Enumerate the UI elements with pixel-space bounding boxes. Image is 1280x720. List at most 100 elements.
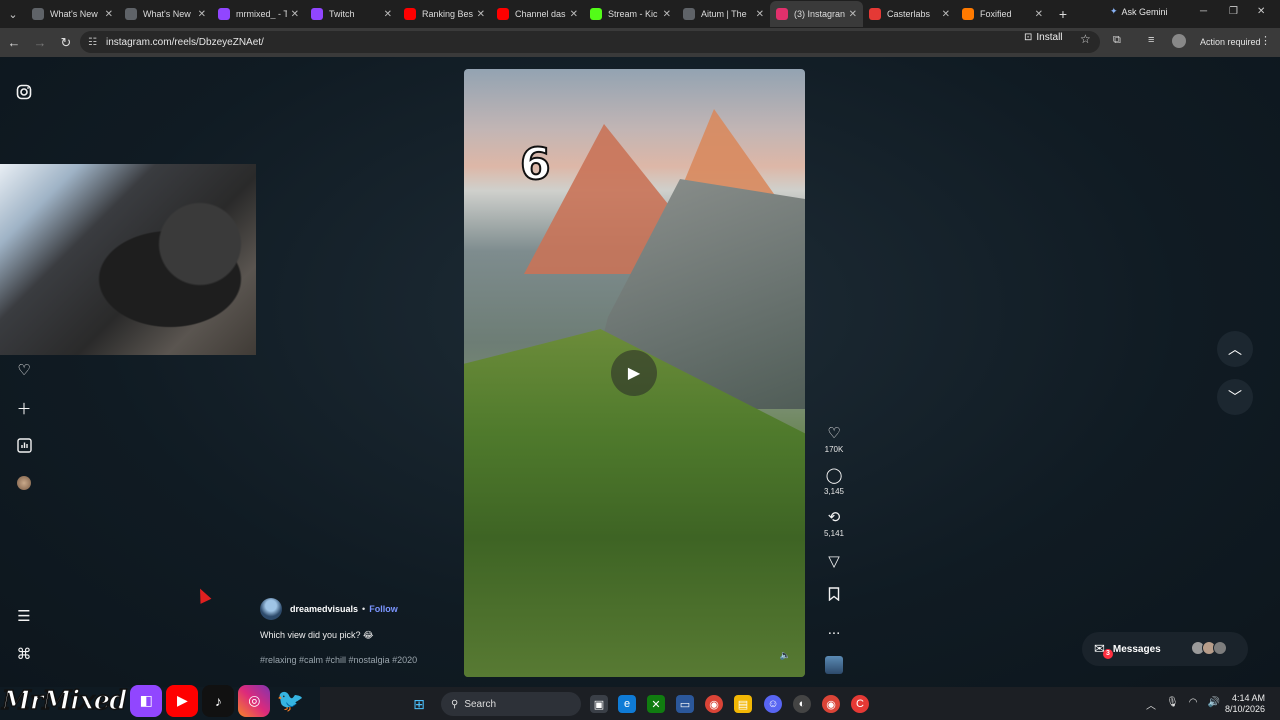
messages-label: Messages [1112, 643, 1161, 655]
insights-icon[interactable] [14, 435, 34, 455]
profile-icon[interactable] [14, 473, 34, 493]
separator-dot: • [362, 604, 366, 614]
comment-button[interactable]: ◯ 3,145 [820, 467, 848, 496]
site-info-icon[interactable]: ☷ [88, 37, 100, 48]
browser-menu-icon[interactable]: ⋮ [1260, 34, 1271, 47]
creator-username[interactable]: dreamedvisuals [290, 604, 358, 614]
audio-thumb-icon [825, 656, 843, 674]
xbox-icon[interactable]: ✕ [647, 695, 665, 713]
messages-button[interactable]: ✉ 3 Messages [1082, 632, 1248, 666]
browser-tab[interactable]: Channel das ✕ [491, 1, 584, 27]
previous-reel-button[interactable]: ︿ [1217, 331, 1253, 367]
extensions-icon[interactable]: ⧉ [1113, 34, 1121, 47]
ask-gemini-button[interactable]: ✦ Ask Gemini [1110, 6, 1168, 17]
tab-favicon-icon [497, 8, 509, 20]
stream-overlay: MrMixed ◧ ▶ ♪ ◎ 🐦 [0, 681, 306, 720]
action-required-button[interactable]: Action required [1200, 37, 1261, 47]
casterlabs-icon[interactable]: C [851, 695, 869, 713]
next-reel-button[interactable]: ﹀ [1217, 379, 1253, 415]
repost-count: 5,141 [823, 529, 845, 538]
tab-close-icon[interactable]: ✕ [384, 9, 392, 20]
share-button[interactable]: ▽ [820, 553, 848, 571]
browser-tab[interactable]: Ranking Bes ✕ [398, 1, 491, 27]
app-icon[interactable]: ▭ [676, 695, 694, 713]
tab-favicon-icon [683, 8, 695, 20]
windows-start-icon[interactable]: ⊞ [410, 695, 428, 713]
tab-title: mrmixed_ - T [236, 9, 287, 19]
obs-icon[interactable]: ◐ [793, 695, 811, 713]
reel-hashtags[interactable]: #relaxing #calm #chill #nostalgia #2020 [260, 655, 417, 665]
reel-video[interactable]: 6 ▶ 🔈 [464, 69, 805, 677]
repost-button[interactable]: ⟲ 5,141 [820, 509, 848, 538]
close-window-icon[interactable]: ✕ [1257, 6, 1265, 17]
menu-icon[interactable]: ☰ [14, 606, 34, 626]
bookmark-star-icon[interactable]: ☆ [1080, 32, 1091, 46]
play-button[interactable]: ▶ [611, 350, 657, 396]
tab-close-icon[interactable]: ✕ [942, 9, 950, 20]
chrome-icon[interactable]: ◉ [705, 695, 723, 713]
tab-title: Casterlabs [887, 9, 931, 19]
wifi-icon[interactable]: ◠ [1189, 697, 1198, 712]
tab-close-icon[interactable]: ✕ [849, 9, 857, 20]
browser-tab[interactable]: What's New ✕ [119, 1, 212, 27]
windows-taskbar: ⊞ ⚲ Search ▣ e ✕ ▭ ◉ ▤ ☺ ◐ ◉ C ︿ 🎙 ◠ 🔊 4… [320, 687, 1280, 720]
browser-tab[interactable]: (3) Instagran ✕ [770, 1, 863, 27]
tab-title: What's New [50, 9, 98, 19]
tab-search-icon[interactable]: ⌄ [0, 0, 26, 28]
more-options-button[interactable]: ... [820, 621, 848, 639]
forward-icon[interactable]: → [28, 31, 52, 55]
task-view-icon[interactable]: ▣ [590, 695, 608, 713]
browser-tab[interactable]: Stream - Kic ✕ [584, 1, 677, 27]
tab-close-icon[interactable]: ✕ [105, 9, 113, 20]
mute-icon[interactable]: 🔈 [780, 650, 791, 661]
tab-close-icon[interactable]: ✕ [477, 9, 485, 20]
tab-close-icon[interactable]: ✕ [1035, 9, 1043, 20]
back-icon[interactable]: ← [2, 31, 26, 55]
instagram-icon[interactable] [14, 82, 34, 102]
browser-tab[interactable]: Casterlabs ✕ [863, 1, 956, 27]
reading-list-icon[interactable]: ≡ [1148, 34, 1154, 46]
tab-favicon-icon [404, 8, 416, 20]
browser-tab[interactable]: Foxified ✕ [956, 1, 1049, 27]
creator-avatar[interactable] [260, 598, 282, 620]
tab-close-icon[interactable]: ✕ [570, 9, 578, 20]
comment-icon: ◯ [825, 467, 843, 484]
browser-tab[interactable]: Twitch ✕ [305, 1, 398, 27]
webcam-overlay [0, 164, 256, 355]
avatar [1213, 641, 1227, 655]
restore-icon[interactable]: ❐ [1229, 6, 1238, 17]
audio-thumbnail[interactable] [820, 656, 848, 674]
tab-close-icon[interactable]: ✕ [291, 9, 299, 20]
save-button[interactable] [820, 587, 848, 606]
chrome-active-icon[interactable]: ◉ [822, 695, 840, 713]
tab-close-icon[interactable]: ✕ [198, 9, 206, 20]
tab-title: Channel das [515, 9, 566, 19]
profile-avatar[interactable] [1172, 34, 1186, 48]
reel-caption: Which view did you pick? 😂 [260, 630, 374, 640]
plus-icon[interactable]: ＋ [14, 398, 34, 418]
message-avatars [1191, 641, 1227, 655]
install-button[interactable]: ⊡ Install [1024, 32, 1063, 43]
reload-icon[interactable]: ↻ [54, 31, 78, 55]
microphone-icon[interactable]: 🎙 [1166, 697, 1179, 712]
like-button[interactable]: ♡ 170K [820, 425, 848, 454]
volume-icon[interactable]: 🔊 [1207, 697, 1219, 712]
browser-tab[interactable]: What's New ✕ [26, 1, 119, 27]
follow-button[interactable]: Follow [369, 604, 398, 614]
taskbar-search[interactable]: ⚲ Search [441, 692, 581, 716]
browser-tab[interactable]: mrmixed_ - T ✕ [212, 1, 305, 27]
tab-close-icon[interactable]: ✕ [663, 9, 671, 20]
file-explorer-icon[interactable]: ▤ [734, 695, 752, 713]
taskbar-clock[interactable]: 4:14 AM 8/10/2026 [1225, 693, 1265, 715]
heart-icon[interactable]: ♡ [14, 360, 34, 380]
creator-row: dreamedvisuals • Follow [260, 598, 398, 620]
edge-icon[interactable]: e [618, 695, 636, 713]
more-apps-icon[interactable]: ⌘ [14, 644, 34, 664]
tray-chevron-icon[interactable]: ︿ [1146, 697, 1156, 712]
tab-close-icon[interactable]: ✕ [756, 9, 764, 20]
address-bar[interactable]: ☷ instagram.com/reels/DbzeyeZNAet/ [80, 31, 1100, 53]
browser-tab[interactable]: Aitum | The ✕ [677, 1, 770, 27]
new-tab-button[interactable]: + [1051, 2, 1075, 26]
discord-icon[interactable]: ☺ [764, 695, 782, 713]
minimize-icon[interactable]: ─ [1200, 6, 1207, 17]
